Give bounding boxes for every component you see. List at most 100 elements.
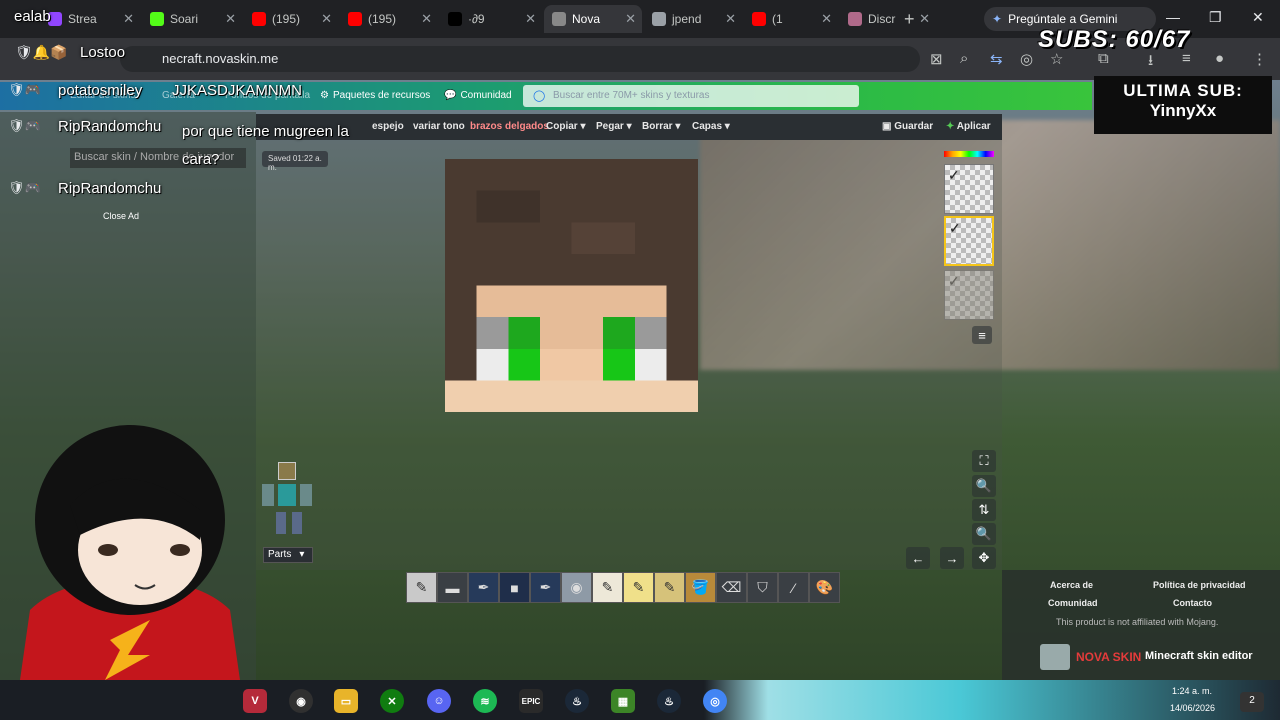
discord-icon[interactable]: ☺ xyxy=(427,689,451,713)
shade-pencil-tool-icon[interactable]: ✎ xyxy=(654,572,685,603)
tab-close-icon[interactable]: ✕ xyxy=(725,11,736,27)
swap-icon[interactable]: ⇅ xyxy=(972,499,996,521)
tab-close-icon[interactable]: ✕ xyxy=(421,11,432,27)
apply-icon: ✦ xyxy=(946,121,957,132)
hide-icon[interactable]: ◎ xyxy=(1020,50,1033,68)
menu-vary-tone[interactable]: variar tono xyxy=(413,121,465,132)
skin-search-input[interactable]: Buscar entre 70M+ skins y texturas xyxy=(523,85,859,107)
tab-close-icon[interactable]: ✕ xyxy=(123,11,134,27)
menu-slim-arms[interactable]: brazos delgados xyxy=(470,121,549,132)
xbox-icon[interactable]: ✕ xyxy=(380,689,404,713)
minecraft-icon[interactable]: ▦ xyxy=(611,689,635,713)
epic-games-icon[interactable]: EPIC xyxy=(519,689,543,713)
steam-icon[interactable]: ♨ xyxy=(565,689,589,713)
save-button[interactable]: ▣ Guardar xyxy=(882,121,933,132)
zoom-out-icon[interactable]: 🔍 xyxy=(972,523,996,545)
nav-community-link[interactable]: 💬 Comunidad xyxy=(444,90,512,101)
browser-tab-3[interactable]: (195) ✕ xyxy=(244,5,338,33)
url-field[interactable]: necraft.novaskin.me xyxy=(120,46,920,72)
spotify-icon[interactable]: ≋ xyxy=(473,689,497,713)
palette-tool-icon[interactable]: 🎨 xyxy=(809,572,840,603)
apply-button[interactable]: ✦ Aplicar xyxy=(946,121,991,132)
notification-badge[interactable]: 2 xyxy=(1240,692,1264,712)
new-tab-button[interactable]: + xyxy=(904,9,915,30)
chat-message-3: por que tiene mugreen la cara? xyxy=(182,123,349,168)
file-explorer-icon[interactable]: ▭ xyxy=(334,689,358,713)
tab-title: Soari xyxy=(170,12,199,26)
close-ad-button[interactable]: Close Ad xyxy=(103,211,139,221)
light-pencil-tool-icon[interactable]: ✎ xyxy=(592,572,623,603)
bucket-tool-icon[interactable]: 🪣 xyxy=(685,572,716,603)
chat-message-2: JJKASDJKAMNMN xyxy=(172,82,303,99)
layer-thumb-2[interactable]: ✓ xyxy=(944,216,994,266)
menu-mirror[interactable]: espejo xyxy=(372,121,404,132)
browser-tab-7[interactable]: jpend ✕ xyxy=(644,5,742,33)
menu-paste[interactable]: Pegar ▾ xyxy=(596,121,632,132)
steam-second-icon[interactable]: ♨ xyxy=(657,689,681,713)
fill-square-tool-icon[interactable]: ■ xyxy=(499,572,530,603)
browser-tab-8[interactable]: (1 ✕ xyxy=(744,5,838,33)
eraser-tool-icon[interactable]: ⌫ xyxy=(716,572,747,603)
menu-copy[interactable]: Copiar ▾ xyxy=(546,121,585,132)
browser-tab-6[interactable]: Nova ✕ xyxy=(544,5,642,33)
close-window-icon[interactable]: ✕ xyxy=(1252,9,1264,26)
part-leg-left-toggle[interactable] xyxy=(276,512,286,534)
translate-icon[interactable]: ⇆ xyxy=(990,50,1003,68)
chrome-icon[interactable]: ◎ xyxy=(703,689,727,713)
part-leg-right-toggle[interactable] xyxy=(292,512,302,534)
footer-community-link[interactable]: Comunidad xyxy=(1048,598,1098,608)
footer-contact-link[interactable]: Contacto xyxy=(1173,598,1212,608)
valorant-icon[interactable]: V xyxy=(243,689,267,713)
chat-user-4: RipRandomchu xyxy=(58,180,162,197)
profile-avatar[interactable]: ● xyxy=(1215,50,1224,67)
layer-thumb-3[interactable]: ✓ xyxy=(944,270,994,320)
stamp-tool-icon[interactable]: ⛉ xyxy=(747,572,778,603)
last-sub-title: ULTIMA SUB: xyxy=(1123,81,1243,100)
part-arm-right-toggle[interactable] xyxy=(300,484,312,506)
minimize-icon[interactable]: — xyxy=(1166,9,1180,25)
redo-arrow-icon[interactable]: → xyxy=(940,547,964,569)
layer-thumb-1[interactable]: ✓ xyxy=(944,164,994,214)
line-tool-icon[interactable]: ▬ xyxy=(437,572,468,603)
noise-tool-icon[interactable]: ◉ xyxy=(561,572,592,603)
color-spectrum-bar[interactable] xyxy=(944,151,994,157)
menu-layers[interactable]: Capas ▾ xyxy=(692,121,730,132)
tab-close-icon[interactable]: ✕ xyxy=(525,11,536,27)
brush-tool-icon[interactable]: ✒ xyxy=(530,572,561,603)
fullscreen-icon[interactable]: ⛶ xyxy=(972,450,996,472)
footer-privacy-link[interactable]: Política de privacidad xyxy=(1153,580,1246,590)
undo-arrow-icon[interactable]: ← xyxy=(906,547,930,569)
zoom-icon[interactable]: ⌕ xyxy=(960,50,968,67)
tab-close-icon[interactable]: ✕ xyxy=(625,11,636,27)
part-head-toggle[interactable] xyxy=(278,462,296,480)
nav-community-label: Comunidad xyxy=(460,90,512,101)
install-icon[interactable]: ⊠ xyxy=(930,50,943,68)
maximize-icon[interactable]: ❐ xyxy=(1209,9,1222,26)
nav-resourcepacks-link[interactable]: ⚙ Paquetes de recursos xyxy=(320,90,430,101)
browser-tab-1[interactable]: Strea ✕ xyxy=(40,5,140,33)
pencil-tool-icon[interactable]: ✎ xyxy=(406,572,437,603)
eyedropper-tool-icon[interactable]: ⁄ xyxy=(778,572,809,603)
part-body-toggle[interactable] xyxy=(278,484,296,506)
footer-about-link[interactable]: Acerca de xyxy=(1050,580,1093,590)
move-icon[interactable]: ✥ xyxy=(972,547,996,569)
pen-dark-tool-icon[interactable]: ✒ xyxy=(468,572,499,603)
browser-tab-4[interactable]: (195) ✕ xyxy=(340,5,438,33)
highlight-pencil-tool-icon[interactable]: ✎ xyxy=(623,572,654,603)
tab-close-icon[interactable]: ✕ xyxy=(821,11,832,27)
part-arm-left-toggle[interactable] xyxy=(262,484,274,506)
obs-icon[interactable]: ◉ xyxy=(289,689,313,713)
skin-head-preview[interactable] xyxy=(445,159,698,412)
tab-close-icon[interactable]: ✕ xyxy=(321,11,332,27)
forehead xyxy=(476,285,667,318)
tab-close-icon[interactable]: ✕ xyxy=(225,11,236,27)
layers-menu-icon[interactable]: ≡ xyxy=(972,326,992,344)
browser-tab-9[interactable]: Discr ✕ xyxy=(840,5,936,33)
menu-delete[interactable]: Borrar ▾ xyxy=(642,121,680,132)
menu-dots-icon[interactable]: ⋮ xyxy=(1252,50,1267,68)
browser-tab-5[interactable]: ·∂9 ✕ xyxy=(440,5,542,33)
parts-select[interactable]: Parts ▾ xyxy=(263,547,313,563)
zoom-in-icon[interactable]: 🔍 xyxy=(972,475,996,497)
tab-close-icon[interactable]: ✕ xyxy=(919,11,930,27)
browser-tab-2[interactable]: Soari ✕ xyxy=(142,5,242,33)
